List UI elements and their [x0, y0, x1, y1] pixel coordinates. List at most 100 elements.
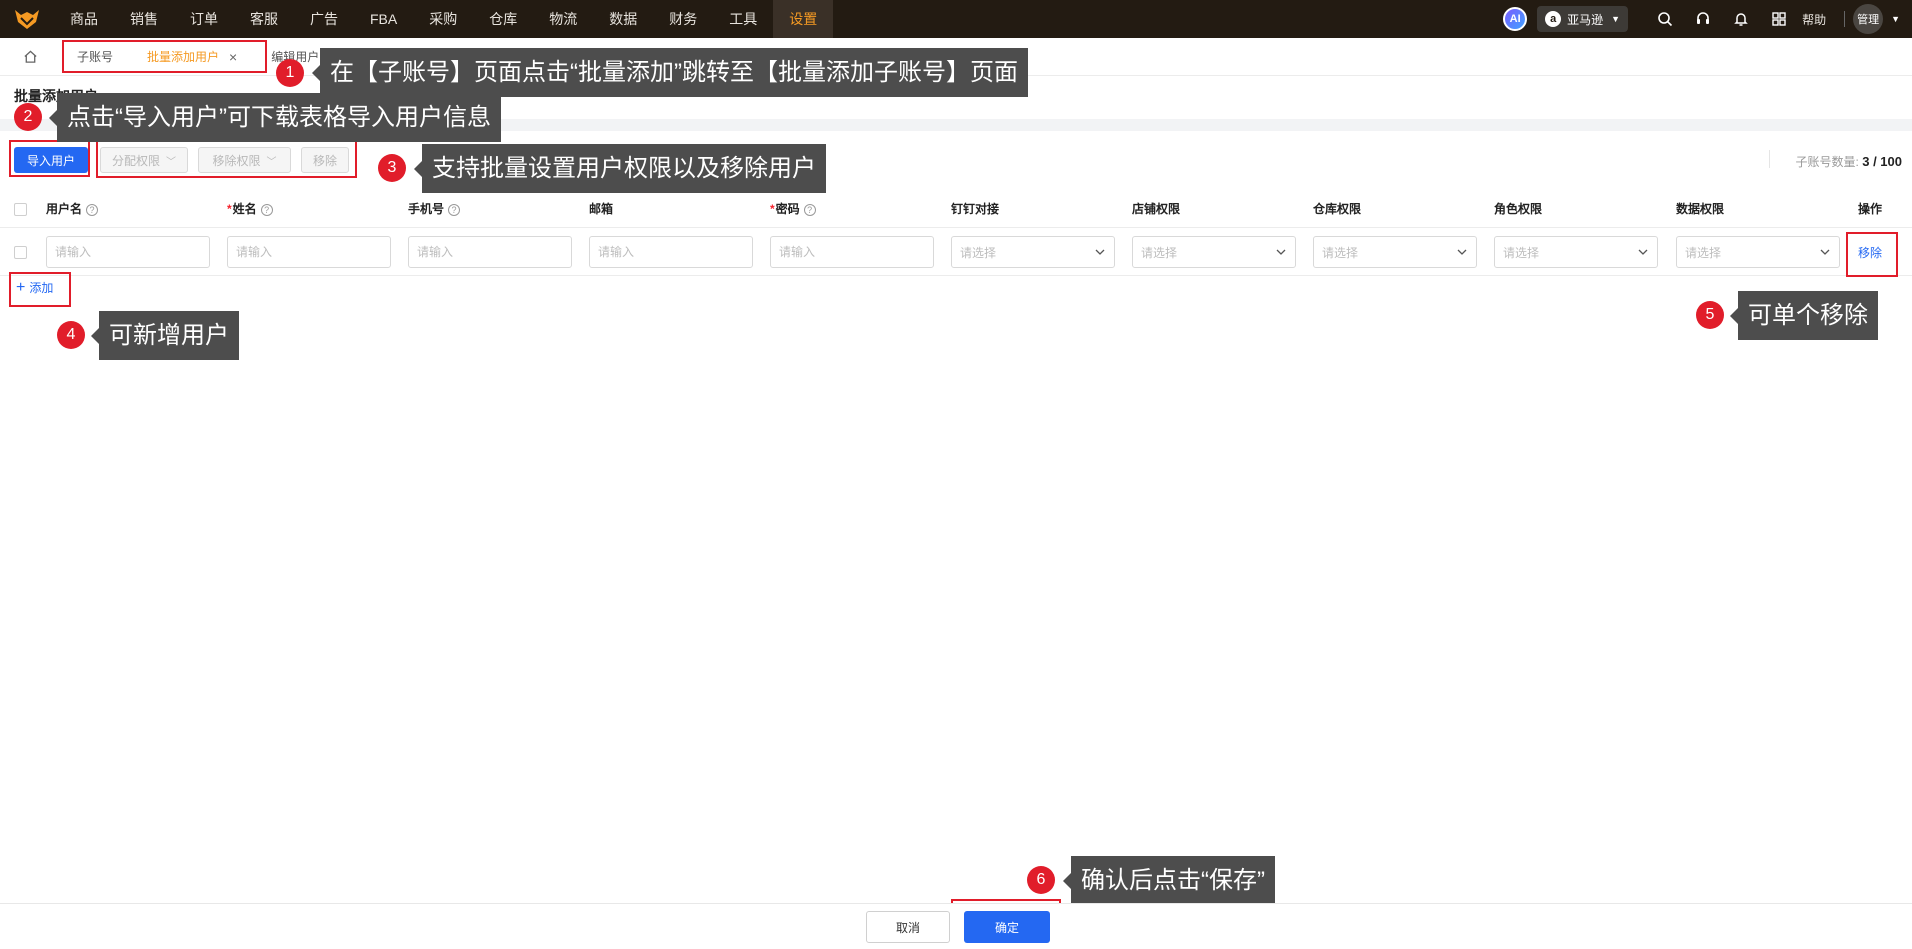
step-tooltip: 点击“导入用户”可下载表格导入用户信息 [49, 93, 501, 142]
data-permission-select[interactable]: 请选择 [1676, 236, 1840, 268]
step-tooltip: 在【子账号】页面点击“批量添加”跳转至【批量添加子账号】页面 [312, 48, 1028, 97]
column-label: 角色权限 [1494, 202, 1543, 216]
column-header-username: 用户名? [46, 190, 99, 228]
ai-assistant-icon[interactable]: AI [1503, 7, 1528, 31]
highlight-box-add [9, 272, 71, 307]
column-label: 钉钉对接 [951, 202, 1000, 216]
column-header-data-permission: 数据权限 [1676, 190, 1724, 228]
column-header-role-permission: 角色权限 [1494, 190, 1542, 228]
select-placeholder: 请选择 [1141, 245, 1178, 260]
nav-item-fba[interactable]: FBA [354, 0, 413, 38]
nav-item-finance[interactable]: 财务 [653, 0, 713, 38]
footer-bar [0, 903, 1912, 949]
required-marker: * [227, 202, 232, 216]
column-header-name: *姓名? [227, 190, 273, 228]
nav-item-customer-service[interactable]: 客服 [234, 0, 294, 38]
highlight-box-batch-actions [96, 140, 357, 178]
nav-item-warehouse[interactable]: 仓库 [473, 0, 533, 38]
bell-icon[interactable] [1729, 7, 1753, 31]
select-placeholder: 请选择 [1685, 245, 1722, 260]
username-input[interactable] [46, 236, 210, 268]
column-label: 店铺权限 [1132, 202, 1181, 216]
dingtalk-select[interactable]: 请选择 [951, 236, 1115, 268]
email-input[interactable] [589, 236, 753, 268]
home-icon[interactable] [0, 38, 60, 76]
help-link[interactable]: 帮助 [1802, 11, 1826, 28]
nav-item-data[interactable]: 数据 [593, 0, 653, 38]
count-value: 3 / 100 [1862, 154, 1902, 169]
row-checkbox[interactable] [14, 246, 27, 259]
column-label: 姓名 [232, 202, 257, 216]
chevron-down-icon [1638, 249, 1648, 255]
column-header-password: *密码? [770, 190, 816, 228]
help-icon[interactable]: ? [803, 203, 816, 216]
top-navigation: 商品 销售 订单 客服 广告 FBA 采购 仓库 物流 数据 财务 工具 设置 … [0, 0, 1912, 38]
column-label: 邮箱 [589, 202, 614, 216]
nav-item-sales[interactable]: 销售 [114, 0, 174, 38]
help-icon[interactable]: ? [448, 203, 461, 216]
confirm-button[interactable]: 确定 [964, 911, 1050, 943]
nav-item-logistics[interactable]: 物流 [533, 0, 593, 38]
column-header-phone: 手机号? [408, 190, 461, 228]
count-label: 子账号数量: [1795, 155, 1859, 169]
column-label: 手机号 [408, 202, 445, 216]
amazon-icon: a [1545, 11, 1562, 27]
shop-permission-select[interactable]: 请选择 [1132, 236, 1296, 268]
column-label: 操作 [1858, 202, 1883, 216]
step-badge: 2 [14, 103, 42, 131]
select-all-checkbox[interactable] [14, 203, 27, 216]
chevron-down-icon [1457, 249, 1467, 255]
user-menu-caret-icon[interactable]: ▼ [1891, 14, 1900, 24]
apps-grid-icon[interactable] [1767, 7, 1791, 31]
nav-item-orders[interactable]: 订单 [174, 0, 234, 38]
help-icon[interactable]: ? [260, 203, 273, 216]
column-header-email: 邮箱 [589, 190, 613, 228]
select-placeholder: 请选择 [960, 245, 997, 260]
chevron-down-icon [1820, 249, 1830, 255]
column-label: 用户名 [46, 202, 83, 216]
step-badge: 4 [57, 321, 85, 349]
platform-label: 亚马逊 [1567, 12, 1604, 27]
step-badge: 5 [1696, 301, 1724, 329]
user-avatar[interactable]: 管理 [1853, 4, 1884, 34]
table-header: 用户名? *姓名? 手机号? 邮箱 *密码? 钉钉对接 店铺权限 仓库权限 角色… [0, 190, 1912, 228]
phone-input[interactable] [408, 236, 572, 268]
required-marker: * [770, 202, 775, 216]
step-badge: 3 [378, 154, 406, 182]
nav-item-settings[interactable]: 设置 [773, 0, 834, 38]
role-permission-select[interactable]: 请选择 [1494, 236, 1658, 268]
highlight-box-tabs [62, 40, 267, 73]
logo-icon[interactable] [0, 0, 54, 38]
step-tooltip: 确认后点击“保存” [1063, 856, 1275, 905]
divider [1769, 150, 1770, 168]
name-input[interactable] [227, 236, 391, 268]
sub-account-count: 子账号数量: 3 / 100 [1796, 153, 1902, 170]
nav-item-tools[interactable]: 工具 [713, 0, 773, 38]
headset-icon[interactable] [1691, 7, 1715, 31]
platform-selector[interactable]: a 亚马逊 ▼ [1537, 6, 1629, 32]
select-placeholder: 请选择 [1503, 245, 1540, 260]
nav-item-purchase[interactable]: 采购 [413, 0, 473, 38]
chevron-down-icon [1095, 249, 1105, 255]
divider [1844, 11, 1846, 27]
cancel-button[interactable]: 取消 [866, 911, 950, 943]
top-nav-right: AI a 亚马逊 ▼ 帮助 管理 ▼ [1503, 0, 1912, 38]
step-tooltip: 支持批量设置用户权限以及移除用户 [414, 144, 826, 193]
step-tooltip: 可单个移除 [1730, 291, 1878, 340]
chevron-down-icon [1276, 249, 1286, 255]
column-label: 数据权限 [1676, 202, 1725, 216]
nav-item-ads[interactable]: 广告 [294, 0, 354, 38]
caret-down-icon: ▼ [1611, 14, 1621, 24]
step-badge: 6 [1027, 866, 1055, 894]
column-header-dingtalk: 钉钉对接 [951, 190, 999, 228]
help-icon[interactable]: ? [86, 203, 99, 216]
password-input[interactable] [770, 236, 934, 268]
select-placeholder: 请选择 [1322, 245, 1359, 260]
highlight-box-import [9, 140, 90, 177]
nav-item-products[interactable]: 商品 [54, 0, 114, 38]
column-header-shop-permission: 店铺权限 [1132, 190, 1180, 228]
warehouse-permission-select[interactable]: 请选择 [1313, 236, 1477, 268]
column-header-actions: 操作 [1858, 190, 1882, 228]
column-header-warehouse-permission: 仓库权限 [1313, 190, 1361, 228]
search-icon[interactable] [1653, 7, 1677, 31]
